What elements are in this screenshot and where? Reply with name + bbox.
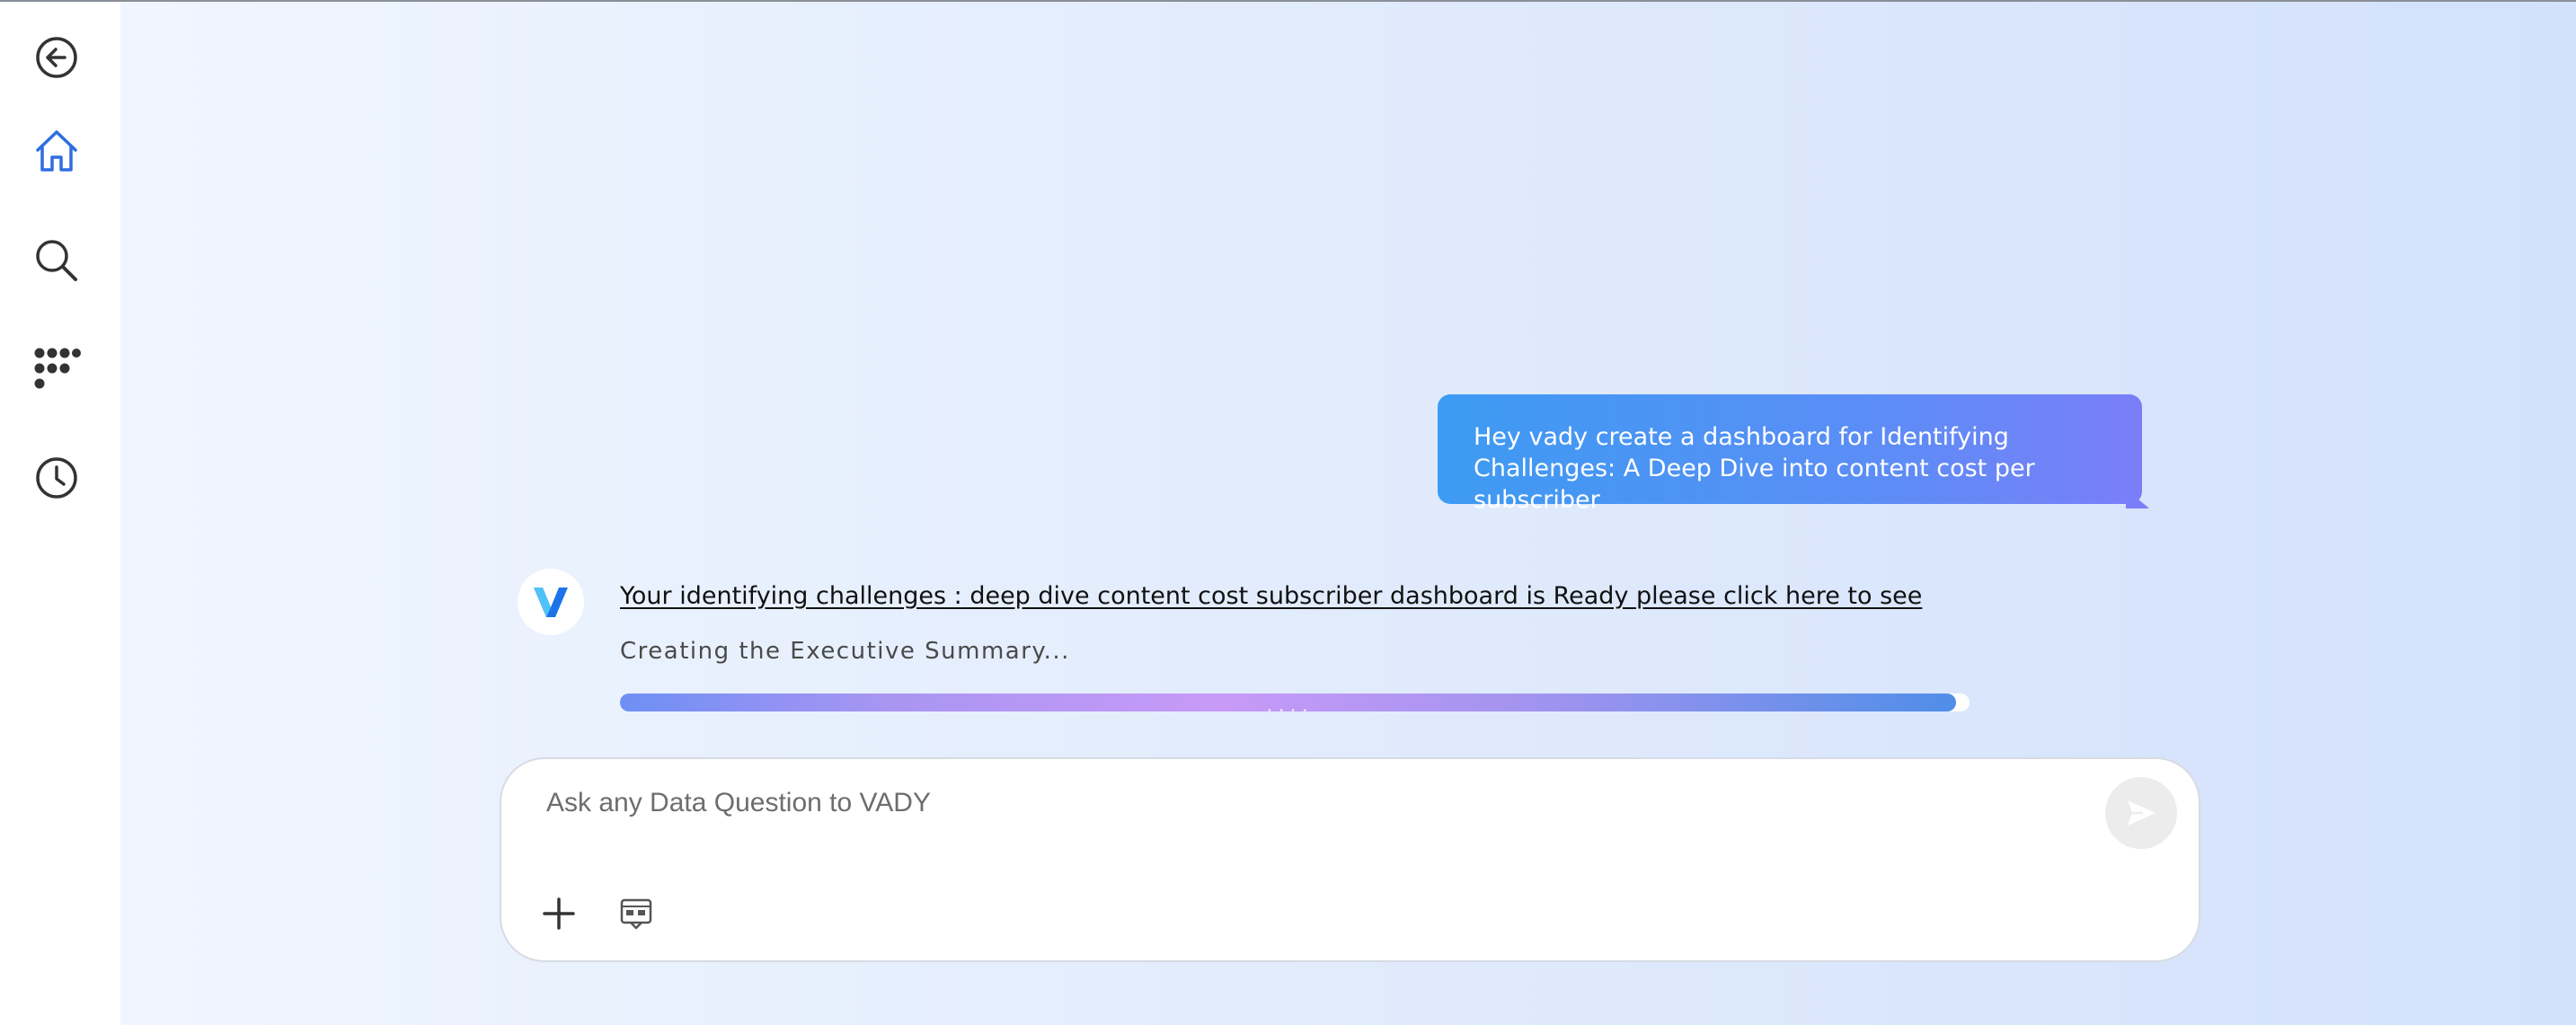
send-icon [2128,800,2156,826]
sidebar-item-apps[interactable] [24,336,89,401]
back-arrow-icon [36,37,77,78]
progress-bar: • • • • [620,694,1970,716]
user-message-text: Hey vady create a dashboard for Identify… [1474,423,2035,514]
dashboard-ready-link[interactable]: Your identifying challenges : deep dive … [620,582,1922,610]
home-icon [36,130,77,172]
plus-icon [543,897,575,930]
sidebar-item-search[interactable] [24,228,89,293]
user-message-bubble: Hey vady create a dashboard for Identify… [1438,394,2142,514]
user-bubble-tail [2126,489,2149,508]
card-screen-icon [620,898,652,930]
question-input[interactable] [544,782,2076,824]
progress-decoration: • • • • [1267,706,1310,716]
sidebar [0,2,120,1025]
dots-grid-icon [34,348,81,389]
status-text: Creating the Executive Summary... [620,638,1070,665]
add-attachment-button[interactable] [536,890,582,937]
vady-logo-icon [534,588,568,617]
dataset-picker-button[interactable] [613,890,659,937]
vady-avatar [518,569,584,635]
sidebar-item-home[interactable] [24,119,89,183]
clock-icon [36,457,77,499]
chat-composer [500,757,2200,962]
sidebar-item-back[interactable] [24,25,89,90]
search-icon [36,240,77,281]
sidebar-item-history[interactable] [24,446,89,510]
send-button[interactable] [2105,777,2177,849]
chat-area: Hey vady create a dashboard for Identify… [120,2,2576,1025]
